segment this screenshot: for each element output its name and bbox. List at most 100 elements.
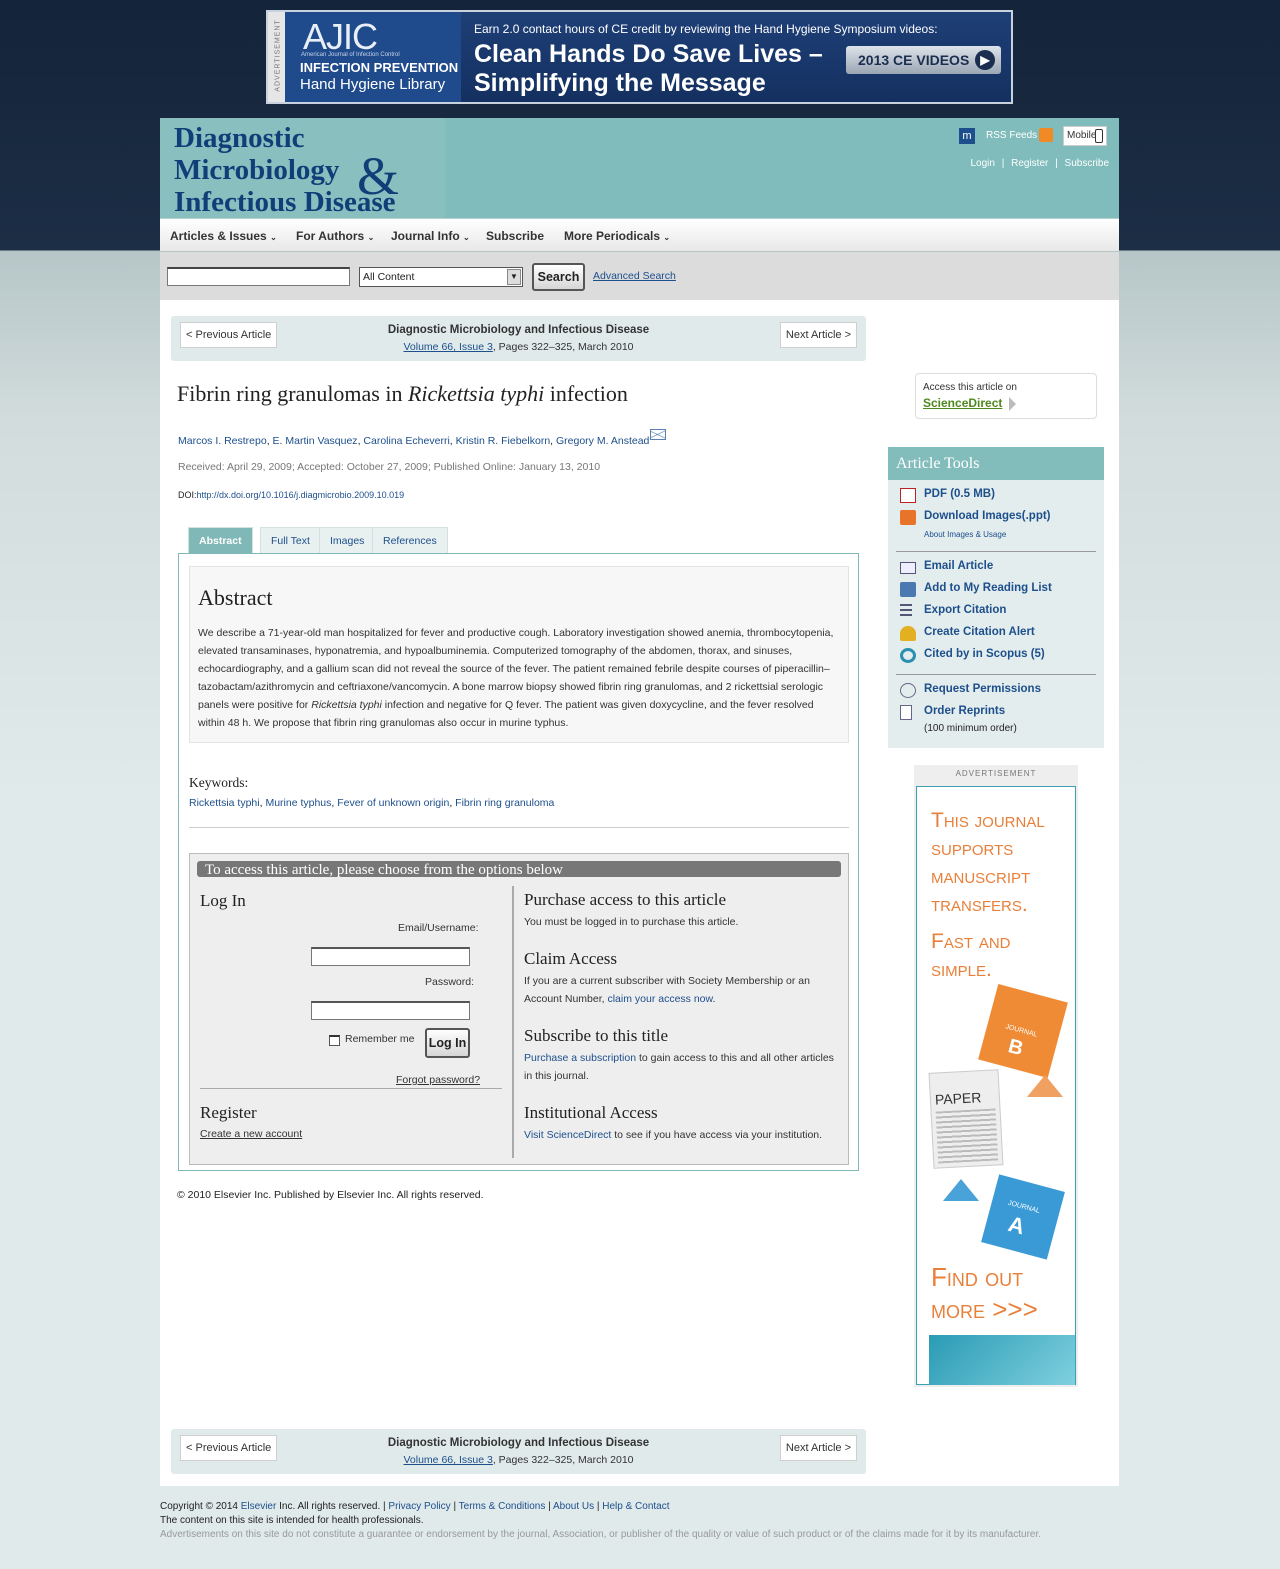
purchase-text: You must be logged in to purchase this a… xyxy=(524,916,739,928)
claim-access-link[interactable]: claim your access now xyxy=(607,993,712,1005)
keyword-link[interactable]: Rickettsia typhi xyxy=(189,797,260,809)
about-images-link[interactable]: About Images & Usage xyxy=(924,530,1006,539)
search-input[interactable] xyxy=(167,267,350,286)
tab-full-text[interactable]: Full Text xyxy=(260,527,321,553)
volume-issue-link[interactable]: Volume 66, Issue 3 xyxy=(404,1454,493,1466)
manuscript-transfer-ad[interactable]: This journal supports manuscript transfers.… xyxy=(916,786,1076,1385)
request-permissions-link[interactable]: Request Permissions xyxy=(924,683,1041,695)
keyword-link[interactable]: Fever of unknown origin xyxy=(337,797,449,809)
claim-access-heading: Claim Access xyxy=(524,949,618,968)
privacy-policy-link[interactable]: Privacy Policy xyxy=(388,1501,450,1512)
forgot-password-link[interactable]: Forgot password? xyxy=(396,1071,480,1089)
author-list: Marcos I. Restrepo, E. Martin Vasquez, C… xyxy=(178,429,667,447)
abstract-text: We describe a 71-year-old man hospitaliz… xyxy=(198,627,834,729)
export-citation-link[interactable]: Export Citation xyxy=(924,604,1006,616)
ce-videos-button[interactable]: 2013 CE VIDEOS ▶ xyxy=(846,46,1001,74)
citation-alert-link[interactable]: Create Citation Alert xyxy=(924,626,1035,638)
article-panel: Abstract We describe a 71-year-old man h… xyxy=(178,553,859,1171)
keywords-label: Keywords: xyxy=(189,775,249,790)
top-advertisement[interactable]: ADVERTISEMENT AJIC American Journal of I… xyxy=(266,10,1013,104)
previous-article-button[interactable]: < Previous Article xyxy=(180,322,278,348)
chevron-down-icon: ⌄ xyxy=(463,233,470,242)
purchase-subscription-link[interactable]: Purchase a subscription xyxy=(524,1052,636,1064)
ajic-logo: AJIC American Journal of Infection Contr… xyxy=(285,12,461,102)
login-link[interactable]: Login xyxy=(970,158,994,169)
author-link[interactable]: E. Martin Vasquez xyxy=(273,435,358,447)
nav-journal-info[interactable]: Journal Info ⌄ xyxy=(391,229,470,243)
sciencedirect-box[interactable]: Access this article on ScienceDirect xyxy=(915,373,1097,419)
keyword-link[interactable]: Fibrin ring granuloma xyxy=(455,797,554,809)
mobile-link[interactable]: Mobile xyxy=(1063,126,1107,146)
terms-link[interactable]: Terms & Conditions xyxy=(459,1501,546,1512)
author-link[interactable]: Carolina Echeverri xyxy=(363,435,449,447)
content-select[interactable]: All Content ▼ xyxy=(359,267,523,287)
advertisement-side-label: ADVERTISEMENT xyxy=(268,12,285,102)
keyword-link[interactable]: Murine typhus xyxy=(265,797,331,809)
ajic-subtitle: American Journal of Infection Control xyxy=(301,52,400,58)
mendeley-icon[interactable]: m xyxy=(959,128,975,144)
sidebar-advertisement[interactable]: ADVERTISEMENT This journal supports manusc… xyxy=(914,765,1078,1387)
tools-divider xyxy=(896,674,1096,675)
mobile-phone-icon xyxy=(1095,129,1103,143)
email-article-link[interactable]: Email Article xyxy=(924,560,993,572)
cited-scopus-link[interactable]: Cited by in Scopus (5) xyxy=(924,648,1045,660)
tab-abstract[interactable]: Abstract xyxy=(188,527,253,553)
play-arrow-icon: ▶ xyxy=(975,50,995,70)
institutional-access-heading: Institutional Access xyxy=(524,1103,658,1122)
search-button[interactable]: Search xyxy=(532,263,585,291)
powerpoint-icon xyxy=(900,510,916,525)
tab-references[interactable]: References xyxy=(372,527,448,553)
author-link[interactable]: Kristin R. Fiebelkorn xyxy=(456,435,551,447)
next-article-button[interactable]: Next Article > xyxy=(779,1435,857,1461)
order-reprints-link[interactable]: Order Reprints xyxy=(924,705,1005,717)
subscribe-link[interactable]: Subscribe xyxy=(1065,158,1109,169)
journal-masthead[interactable]: Diagnostic Microbiology & Infectious Dis… xyxy=(160,118,445,218)
email-label: Email/Username: xyxy=(398,922,479,934)
up-arrow-icon xyxy=(1027,1075,1063,1097)
journal-a-graphic: JOURNAL A xyxy=(981,1174,1065,1260)
tab-images[interactable]: Images xyxy=(319,527,376,553)
reading-list-link[interactable]: Add to My Reading List xyxy=(924,582,1052,594)
login-divider xyxy=(200,1088,502,1089)
author-link[interactable]: Marcos I. Restrepo xyxy=(178,435,267,447)
rss-icon[interactable] xyxy=(1039,128,1053,142)
article-nav-bottom: Diagnostic Microbiology and Infectious D… xyxy=(171,1429,866,1474)
download-images-link[interactable]: Download Images(.ppt) xyxy=(924,510,1051,522)
claim-access-text: If you are a current subscriber with Soc… xyxy=(524,975,810,1005)
advanced-search-link[interactable]: Advanced Search xyxy=(593,270,676,282)
pdf-link[interactable]: PDF (0.5 MB) xyxy=(924,488,995,500)
article-tools: Article Tools PDF (0.5 MB) Download Imag… xyxy=(888,447,1104,748)
doi-link[interactable]: http://dx.doi.org/10.1016/j.diagmicrobio… xyxy=(197,490,405,500)
header-divider: | xyxy=(1055,158,1058,169)
nav-more-periodicals[interactable]: More Periodicals ⌄ xyxy=(564,229,670,243)
email-field[interactable] xyxy=(311,947,470,966)
sciencedirect-link[interactable]: ScienceDirect xyxy=(923,396,1002,410)
login-button[interactable]: Log In xyxy=(425,1028,470,1058)
visit-sciencedirect-link[interactable]: Visit ScienceDirect xyxy=(524,1129,611,1141)
volume-issue-link[interactable]: Volume 66, Issue 3 xyxy=(404,341,493,353)
create-account-link[interactable]: Create a new account xyxy=(200,1125,302,1143)
ad-line-2: Hand Hygiene Library xyxy=(300,76,446,93)
email-envelope-icon[interactable] xyxy=(650,429,667,440)
ad-line-1: INFECTION PREVENTION xyxy=(300,60,459,75)
author-link[interactable]: Gregory M. Anstead xyxy=(556,435,649,447)
nav-subscribe[interactable]: Subscribe xyxy=(486,229,544,243)
nav-for-authors[interactable]: For Authors ⌄ xyxy=(296,229,374,243)
rss-feeds-link[interactable]: RSS Feeds xyxy=(986,130,1037,141)
find-out-more-text[interactable]: Find out more >>> xyxy=(931,1261,1038,1325)
next-article-button[interactable]: Next Article > xyxy=(779,322,857,348)
site-header: Diagnostic Microbiology & Infectious Dis… xyxy=(160,118,1119,218)
remember-me-checkbox[interactable] xyxy=(329,1035,340,1046)
article-dates: Received: April 29, 2009; Accepted: Octo… xyxy=(178,461,601,473)
login-heading: Log In xyxy=(200,891,246,910)
previous-article-button[interactable]: < Previous Article xyxy=(180,1435,278,1461)
arrow-right-icon xyxy=(1009,397,1016,411)
nav-articles-issues[interactable]: Articles & Issues ⌄ xyxy=(170,229,277,243)
ad-footer-graphic xyxy=(929,1335,1075,1385)
register-link[interactable]: Register xyxy=(1011,158,1048,169)
help-contact-link[interactable]: Help & Contact xyxy=(602,1501,669,1512)
password-field[interactable] xyxy=(311,1001,470,1020)
keywords-list: Rickettsia typhi, Murine typhus, Fever o… xyxy=(189,797,555,809)
elsevier-link[interactable]: Elsevier xyxy=(241,1501,277,1512)
about-us-link[interactable]: About Us xyxy=(553,1501,594,1512)
